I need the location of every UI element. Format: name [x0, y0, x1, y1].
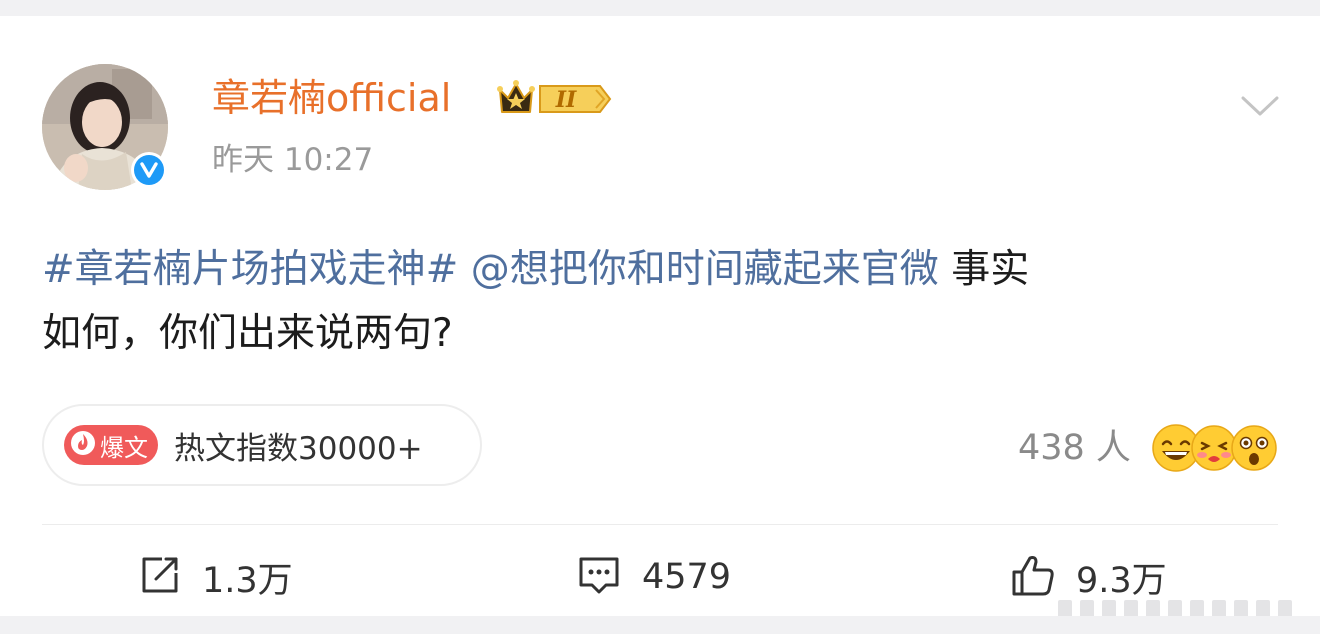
post-content: #章若楠片场拍戏走神# @想把你和时间藏起来官微 事实 如何，你们出来说两句?: [42, 238, 1278, 366]
surprised-emoji-icon: [1231, 425, 1277, 471]
divider: [42, 524, 1278, 525]
post-text-part: 事实: [951, 247, 1030, 292]
reaction-count[interactable]: 438 人: [1018, 426, 1131, 470]
post-timestamp: 昨天 10:27: [212, 142, 374, 178]
username[interactable]: 章若楠official: [212, 74, 451, 122]
hot-index-label: 热文指数30000+: [174, 430, 423, 467]
verified-icon: [131, 152, 167, 188]
comment-button[interactable]: 4579: [576, 552, 731, 602]
flame-icon: [70, 428, 96, 462]
post-text-part: 如何，你们出来说两句?: [42, 311, 453, 356]
mention-link[interactable]: @想把你和时间藏起来官微: [471, 247, 939, 292]
kiss-emoji-icon: [1191, 425, 1237, 471]
hot-index-pill[interactable]: 爆文 热文指数30000+: [42, 404, 482, 486]
comment-icon: [576, 553, 622, 601]
chevron-down-icon[interactable]: [1240, 94, 1280, 122]
hot-tag-label: 爆文: [100, 433, 148, 462]
vip-level-mark: II: [555, 87, 577, 113]
comment-count: 4579: [642, 557, 732, 597]
bottom-strip: [0, 616, 1320, 629]
repost-count: 1.3万: [202, 560, 293, 601]
like-icon: [1010, 552, 1056, 602]
vip-crown-icon[interactable]: II: [496, 78, 614, 124]
repost-icon: [138, 553, 182, 601]
repost-button[interactable]: 1.3万: [138, 552, 293, 602]
weibo-post-card: 章若楠official II 昨天 10:27 #章若楠片场拍戏走神# @想把你…: [0, 16, 1320, 624]
hot-tag: 爆文: [64, 425, 158, 465]
hashtag-link[interactable]: #章若楠片场拍戏走神#: [42, 247, 458, 292]
reaction-emojis[interactable]: [1150, 421, 1280, 473]
